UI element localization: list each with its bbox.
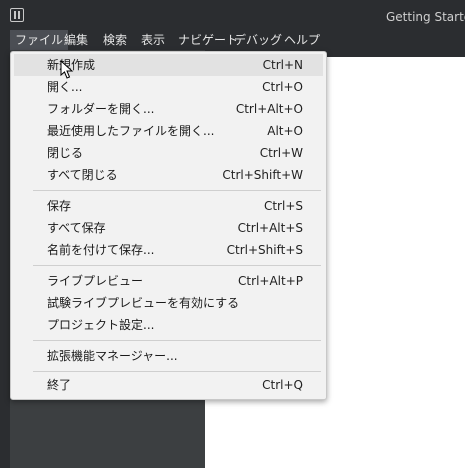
mouse-cursor-icon bbox=[60, 60, 74, 79]
menu-item-shortcut: Ctrl+Alt+P bbox=[238, 274, 303, 288]
menu-find[interactable]: 検索 bbox=[103, 30, 127, 50]
menu-item-shortcut: Ctrl+Shift+W bbox=[222, 168, 303, 182]
menu-item-save[interactable]: 保存 Ctrl+S bbox=[14, 195, 323, 217]
menu-item-shortcut: Alt+O bbox=[267, 124, 303, 138]
menu-separator bbox=[33, 371, 321, 372]
menu-navigate[interactable]: ナビゲート bbox=[178, 30, 238, 50]
menu-item-label: すべて閉じる bbox=[47, 168, 118, 182]
menu-item-label: 拡張機能マネージャー... bbox=[47, 349, 178, 363]
menu-item-label: 閉じる bbox=[47, 146, 84, 160]
menu-item-open-folder[interactable]: フォルダーを開く... Ctrl+Alt+O bbox=[14, 98, 323, 120]
menu-item-label: 試験ライブプレビューを有効にする bbox=[47, 296, 240, 310]
menu-item-save-as[interactable]: 名前を付けて保存... Ctrl+Shift+S bbox=[14, 239, 323, 261]
menu-item-save-all[interactable]: すべて保存 Ctrl+Alt+S bbox=[14, 217, 323, 239]
menu-item-shortcut: Ctrl+Alt+O bbox=[235, 102, 303, 116]
window-title: Getting Started bbox=[386, 10, 465, 24]
menu-item-exit[interactable]: 終了 Ctrl+Q bbox=[14, 374, 323, 396]
menu-item-shortcut: Ctrl+Alt+S bbox=[237, 221, 303, 235]
app-icon[interactable] bbox=[10, 8, 24, 22]
menu-item-open-recent[interactable]: 最近使用したファイルを開く... Alt+O bbox=[14, 120, 323, 142]
menu-item-label: 最近使用したファイルを開く... bbox=[47, 124, 215, 138]
menu-item-label: すべて保存 bbox=[47, 221, 106, 235]
menu-item-extension-manager[interactable]: 拡張機能マネージャー... bbox=[14, 345, 323, 367]
menu-item-experimental-live-preview[interactable]: 試験ライブプレビューを有効にする bbox=[14, 292, 323, 314]
menu-item-close[interactable]: 閉じる Ctrl+W bbox=[14, 142, 323, 164]
menu-edit[interactable]: 編集 bbox=[64, 30, 88, 50]
menu-bar: ファイル 編集 検索 表示 ナビゲート デバッグ ヘルプ bbox=[0, 30, 465, 50]
menu-item-live-preview[interactable]: ライブプレビュー Ctrl+Alt+P bbox=[14, 270, 323, 292]
menu-item-shortcut: Ctrl+N bbox=[262, 58, 303, 72]
menu-item-shortcut: Ctrl+W bbox=[259, 146, 303, 160]
menu-item-label: 名前を付けて保存... bbox=[47, 243, 155, 257]
menu-separator bbox=[33, 265, 321, 266]
menu-debug[interactable]: デバッグ bbox=[234, 30, 282, 50]
menu-item-label: プロジェクト設定... bbox=[47, 318, 155, 332]
menu-help[interactable]: ヘルプ bbox=[284, 30, 320, 50]
menu-item-label: 終了 bbox=[47, 378, 72, 392]
menu-item-shortcut: Ctrl+O bbox=[262, 80, 303, 94]
menu-item-close-all[interactable]: すべて閉じる Ctrl+Shift+W bbox=[14, 164, 323, 186]
menu-separator bbox=[33, 190, 321, 191]
sidebar-edge bbox=[0, 50, 10, 468]
title-bar: Getting Started bbox=[0, 0, 465, 30]
menu-item-shortcut: Ctrl+Q bbox=[262, 378, 303, 392]
menu-view[interactable]: 表示 bbox=[141, 30, 165, 50]
menu-item-shortcut: Ctrl+Shift+S bbox=[226, 243, 303, 257]
menu-item-label: 保存 bbox=[47, 199, 72, 213]
menu-item-shortcut: Ctrl+S bbox=[263, 199, 303, 213]
menu-separator bbox=[33, 340, 321, 341]
menu-item-label: フォルダーを開く... bbox=[47, 102, 155, 116]
menu-item-project-settings[interactable]: プロジェクト設定... bbox=[14, 314, 323, 336]
file-menu-dropdown: 新規作成 Ctrl+N 開く... Ctrl+O フォルダーを開く... Ctr… bbox=[10, 51, 327, 400]
menu-item-label: ライブプレビュー bbox=[47, 274, 144, 288]
menu-file[interactable]: ファイル bbox=[10, 30, 69, 50]
